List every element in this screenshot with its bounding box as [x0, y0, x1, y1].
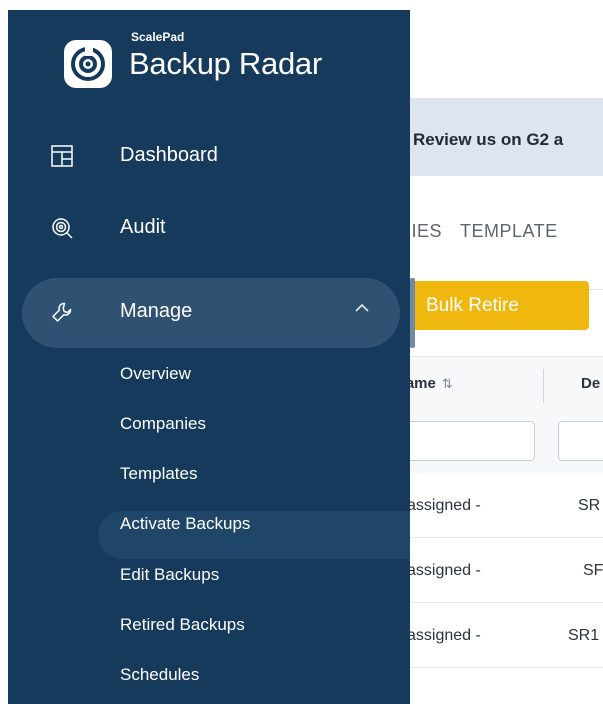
tab-templates[interactable]: TEMPLATE [460, 221, 558, 242]
sidebar-subitem-activate-backups[interactable]: Activate Backups [120, 514, 250, 534]
sidebar-subitem-companies[interactable]: Companies [120, 414, 206, 434]
sidebar-subitem-retired-backups[interactable]: Retired Backups [120, 615, 245, 635]
description-filter-input[interactable] [558, 421, 603, 461]
cell-name: assigned - [407, 562, 481, 579]
wrench-icon [50, 300, 74, 324]
sidebar-scrollbar[interactable] [410, 278, 415, 348]
sort-icon[interactable]: ⇅ [442, 376, 453, 391]
sidebar-item-manage[interactable]: Manage [8, 282, 410, 344]
chevron-up-icon[interactable] [354, 303, 370, 313]
bulk-retire-button[interactable]: Bulk Retire [408, 281, 589, 330]
column-separator[interactable] [543, 369, 544, 403]
sidebar: ScalePad Backup Radar Dashboard Audit Ma… [8, 10, 415, 704]
sidebar-item-manage-label: Manage [120, 300, 193, 322]
review-banner-text[interactable]: Review us on G2 a [413, 130, 563, 150]
sidebar-item-dashboard[interactable]: Dashboard [8, 126, 410, 188]
sidebar-subitem-schedules[interactable]: Schedules [120, 665, 199, 685]
audit-icon [50, 216, 74, 240]
backup-radar-logo-icon[interactable] [64, 40, 112, 88]
cell-description: SF [583, 562, 603, 579]
sidebar-subitem-overview[interactable]: Overview [120, 364, 191, 384]
sidebar-subitem-templates[interactable]: Templates [120, 464, 197, 484]
cell-name: assigned - [407, 497, 481, 514]
cell-name: assigned - [407, 627, 481, 644]
page-margin [0, 0, 8, 704]
brand-company: ScalePad [131, 30, 185, 44]
sidebar-item-audit-label: Audit [120, 216, 166, 238]
dashboard-icon [50, 144, 74, 168]
column-header-description[interactable]: De [581, 375, 600, 392]
sidebar-item-dashboard-label: Dashboard [120, 144, 218, 166]
brand-product: Backup Radar [129, 46, 322, 81]
sidebar-item-audit[interactable]: Audit [8, 200, 410, 262]
cell-description: SR [578, 497, 601, 514]
cell-description: SR1 [568, 627, 600, 644]
sidebar-subitem-edit-backups[interactable]: Edit Backups [120, 565, 219, 585]
